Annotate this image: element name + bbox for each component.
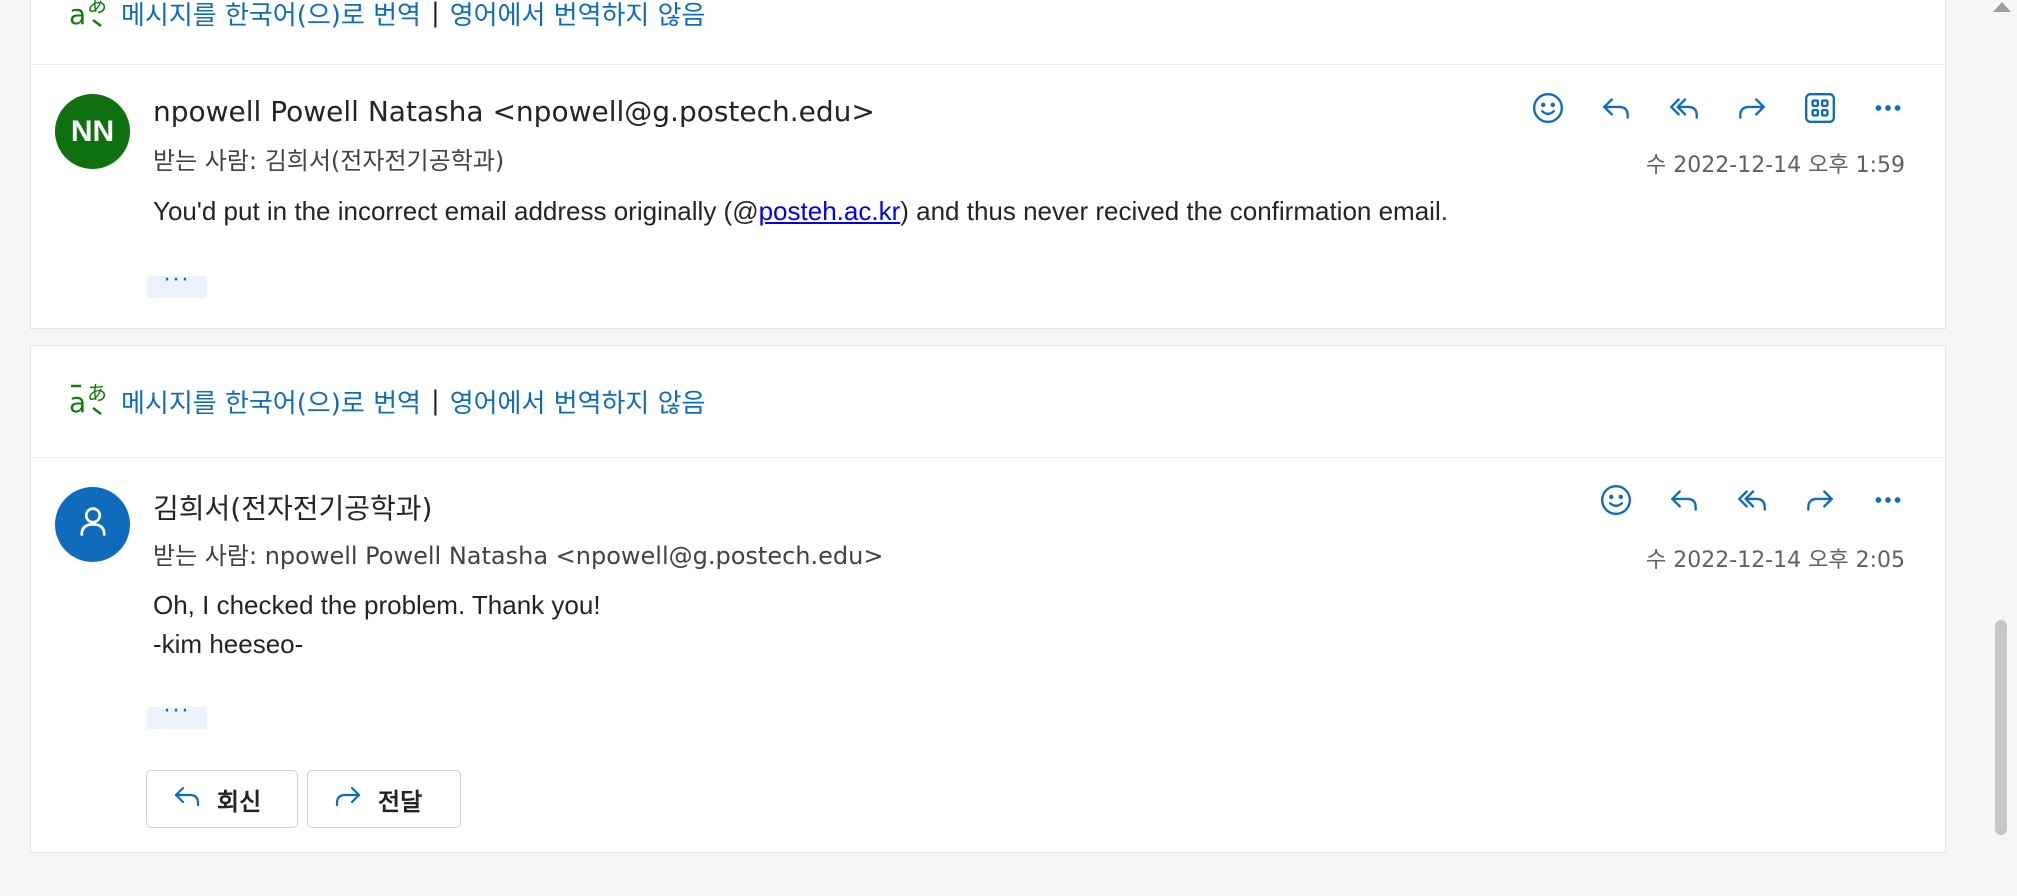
emoji-icon[interactable] [1525, 85, 1571, 131]
divider [31, 64, 1945, 65]
forward-icon[interactable] [1729, 85, 1775, 131]
apps-icon[interactable] [1797, 85, 1843, 131]
translate-separator: | [430, 0, 440, 28]
recipient-line: 받는 사람: 김희서(전자전기공학과) [153, 141, 504, 176]
svg-text:あ: あ [87, 381, 107, 405]
more-icon[interactable] [1865, 477, 1911, 523]
svg-text:あ: あ [87, 0, 107, 17]
avatar[interactable]: NN [55, 94, 130, 169]
reply-all-icon[interactable] [1729, 477, 1775, 523]
reply-button[interactable]: 회신 [146, 770, 298, 828]
scrollbar-thumb[interactable] [1995, 620, 2007, 835]
body-line: Oh, I checked the problem. Thank you! [153, 590, 601, 620]
body-text-prefix: You'd put in the incorrect email address… [153, 196, 759, 226]
body-link[interactable]: posteh.ac.kr [759, 196, 901, 226]
translate-bar: a あ 메시지를 한국어(으)로 번역 | 영어에서 번역하지 않음 [67, 0, 705, 33]
avatar[interactable] [55, 487, 130, 562]
translate-icon: a あ [67, 0, 111, 37]
body-text-suffix: ) and thus never recived the confirmatio… [900, 196, 1448, 226]
person-icon [75, 503, 111, 547]
dont-translate-link[interactable]: 영어에서 번역하지 않음 [450, 0, 706, 32]
message-date: 수 2022-12-14 오후 2:05 [1646, 548, 1905, 573]
message-card-1: a あ 메시지를 한국어(으)로 번역 | 영어에서 번역하지 않음 NN np… [30, 0, 1946, 329]
message-body: You'd put in the incorrect email address… [153, 192, 1448, 231]
sender-name[interactable]: npowell Powell Natasha <npowell@g.postec… [153, 95, 875, 128]
recipient[interactable]: npowell Powell Natasha <npowell@g.postec… [265, 542, 884, 570]
scroll-up-arrow-icon[interactable] [1993, 2, 2011, 12]
to-label: 받는 사람: [153, 542, 258, 570]
reply-all-icon[interactable] [1661, 85, 1707, 131]
message-actions [1593, 477, 1911, 523]
message-date: 수 2022-12-14 오후 1:59 [1646, 153, 1905, 178]
more-icon[interactable] [1865, 85, 1911, 131]
message-card-2: a あ 메시지를 한국어(으)로 번역 | 영어에서 번역하지 않음 김희서(전… [30, 345, 1946, 853]
forward-icon[interactable] [1797, 477, 1843, 523]
forward-button-label: 전달 [378, 787, 423, 816]
reply-icon[interactable] [1593, 85, 1639, 131]
forward-button[interactable]: 전달 [307, 770, 461, 828]
translate-message-link[interactable]: 메시지를 한국어(으)로 번역 [121, 0, 421, 32]
translate-bar: a あ 메시지를 한국어(으)로 번역 | 영어에서 번역하지 않음 [67, 381, 705, 421]
svg-text:a: a [69, 386, 86, 418]
dont-translate-link[interactable]: 영어에서 번역하지 않음 [450, 383, 706, 420]
svg-text:a: a [69, 0, 86, 30]
reply-icon [171, 780, 203, 818]
reply-icon[interactable] [1661, 477, 1707, 523]
message-body: Oh, I checked the problem. Thank you! -k… [153, 586, 601, 664]
recipient-line: 받는 사람: npowell Powell Natasha <npowell@g… [153, 536, 883, 571]
scrollbar[interactable] [1983, 0, 2017, 896]
avatar-initials: NN [70, 114, 115, 148]
recipient[interactable]: 김희서(전자전기공학과) [265, 147, 505, 175]
show-quoted-text-button[interactable]: ··· [147, 701, 207, 729]
translate-separator: | [430, 386, 440, 416]
divider [31, 457, 1945, 458]
to-label: 받는 사람: [153, 147, 258, 175]
show-quoted-text-button[interactable]: ··· [147, 270, 207, 298]
sender-name[interactable]: 김희서(전자전기공학과) [153, 487, 432, 527]
body-line: -kim heeseo- [153, 629, 304, 659]
message-actions [1525, 85, 1911, 131]
reply-button-label: 회신 [217, 787, 262, 816]
translate-icon: a あ [67, 378, 111, 425]
translate-message-link[interactable]: 메시지를 한국어(으)로 번역 [121, 383, 421, 420]
forward-icon [332, 780, 364, 818]
emoji-icon[interactable] [1593, 477, 1639, 523]
